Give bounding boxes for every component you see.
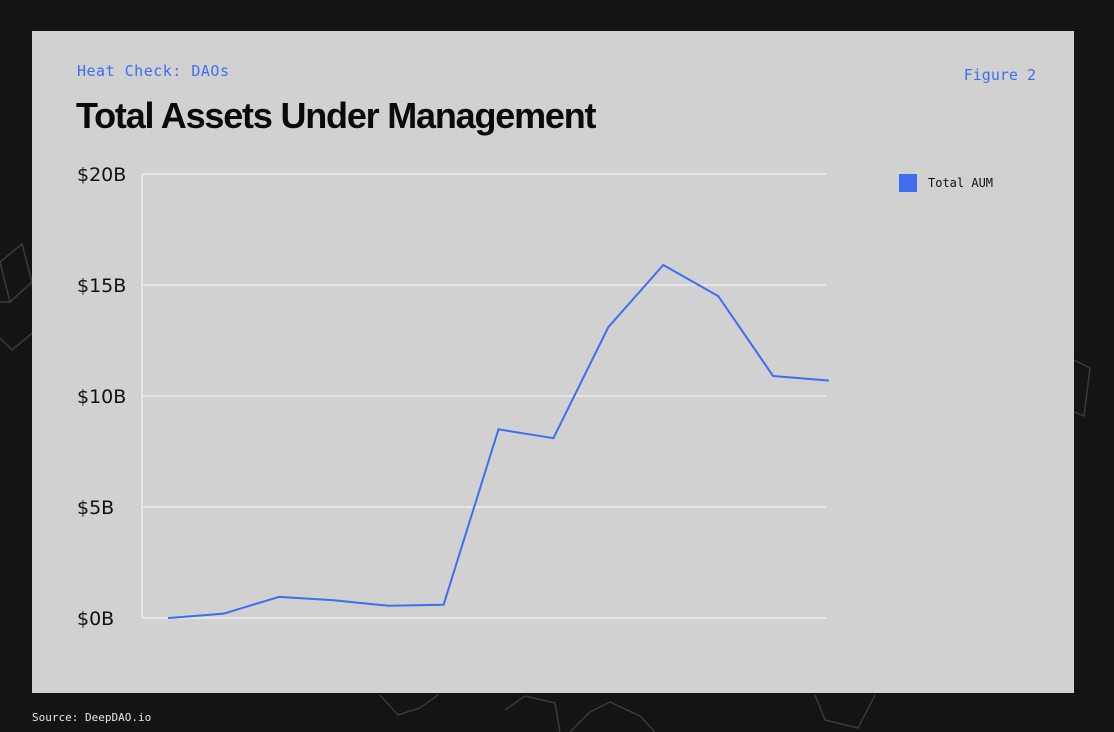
data-point-3 [332,599,335,602]
data-point-0 [168,617,170,619]
data-point-10 [717,295,720,298]
data-point-9 [662,264,665,267]
legend-label-total-aum: Total AUM [928,176,994,190]
data-point-6 [497,428,500,431]
line-chart: $0B $5B $10B $15B $20B [77,164,829,630]
legend: Total AUM [899,174,993,192]
figure-card: Heat Check: DAOs Figure 2 Total Assets U… [32,31,1074,693]
data-point-1 [222,612,225,615]
y-tick-label-20: $20B [77,164,126,186]
source-credit: Source: DeepDAO.io [32,711,152,724]
y-tick-label-0: $0B [77,608,114,630]
data-point-4 [387,604,390,607]
data-point-8 [607,326,610,329]
data-point-7 [552,437,555,440]
series-line-0 [168,264,829,619]
legend-swatch-total-aum [899,174,917,192]
y-tick-label-15: $15B [77,275,126,297]
data-point-11 [772,375,775,378]
data-point-2 [277,595,280,598]
y-tick-label-5: $5B [77,497,114,519]
y-tick-label-10: $10B [77,386,126,408]
data-point-12 [827,379,829,382]
data-point-5 [442,603,445,606]
